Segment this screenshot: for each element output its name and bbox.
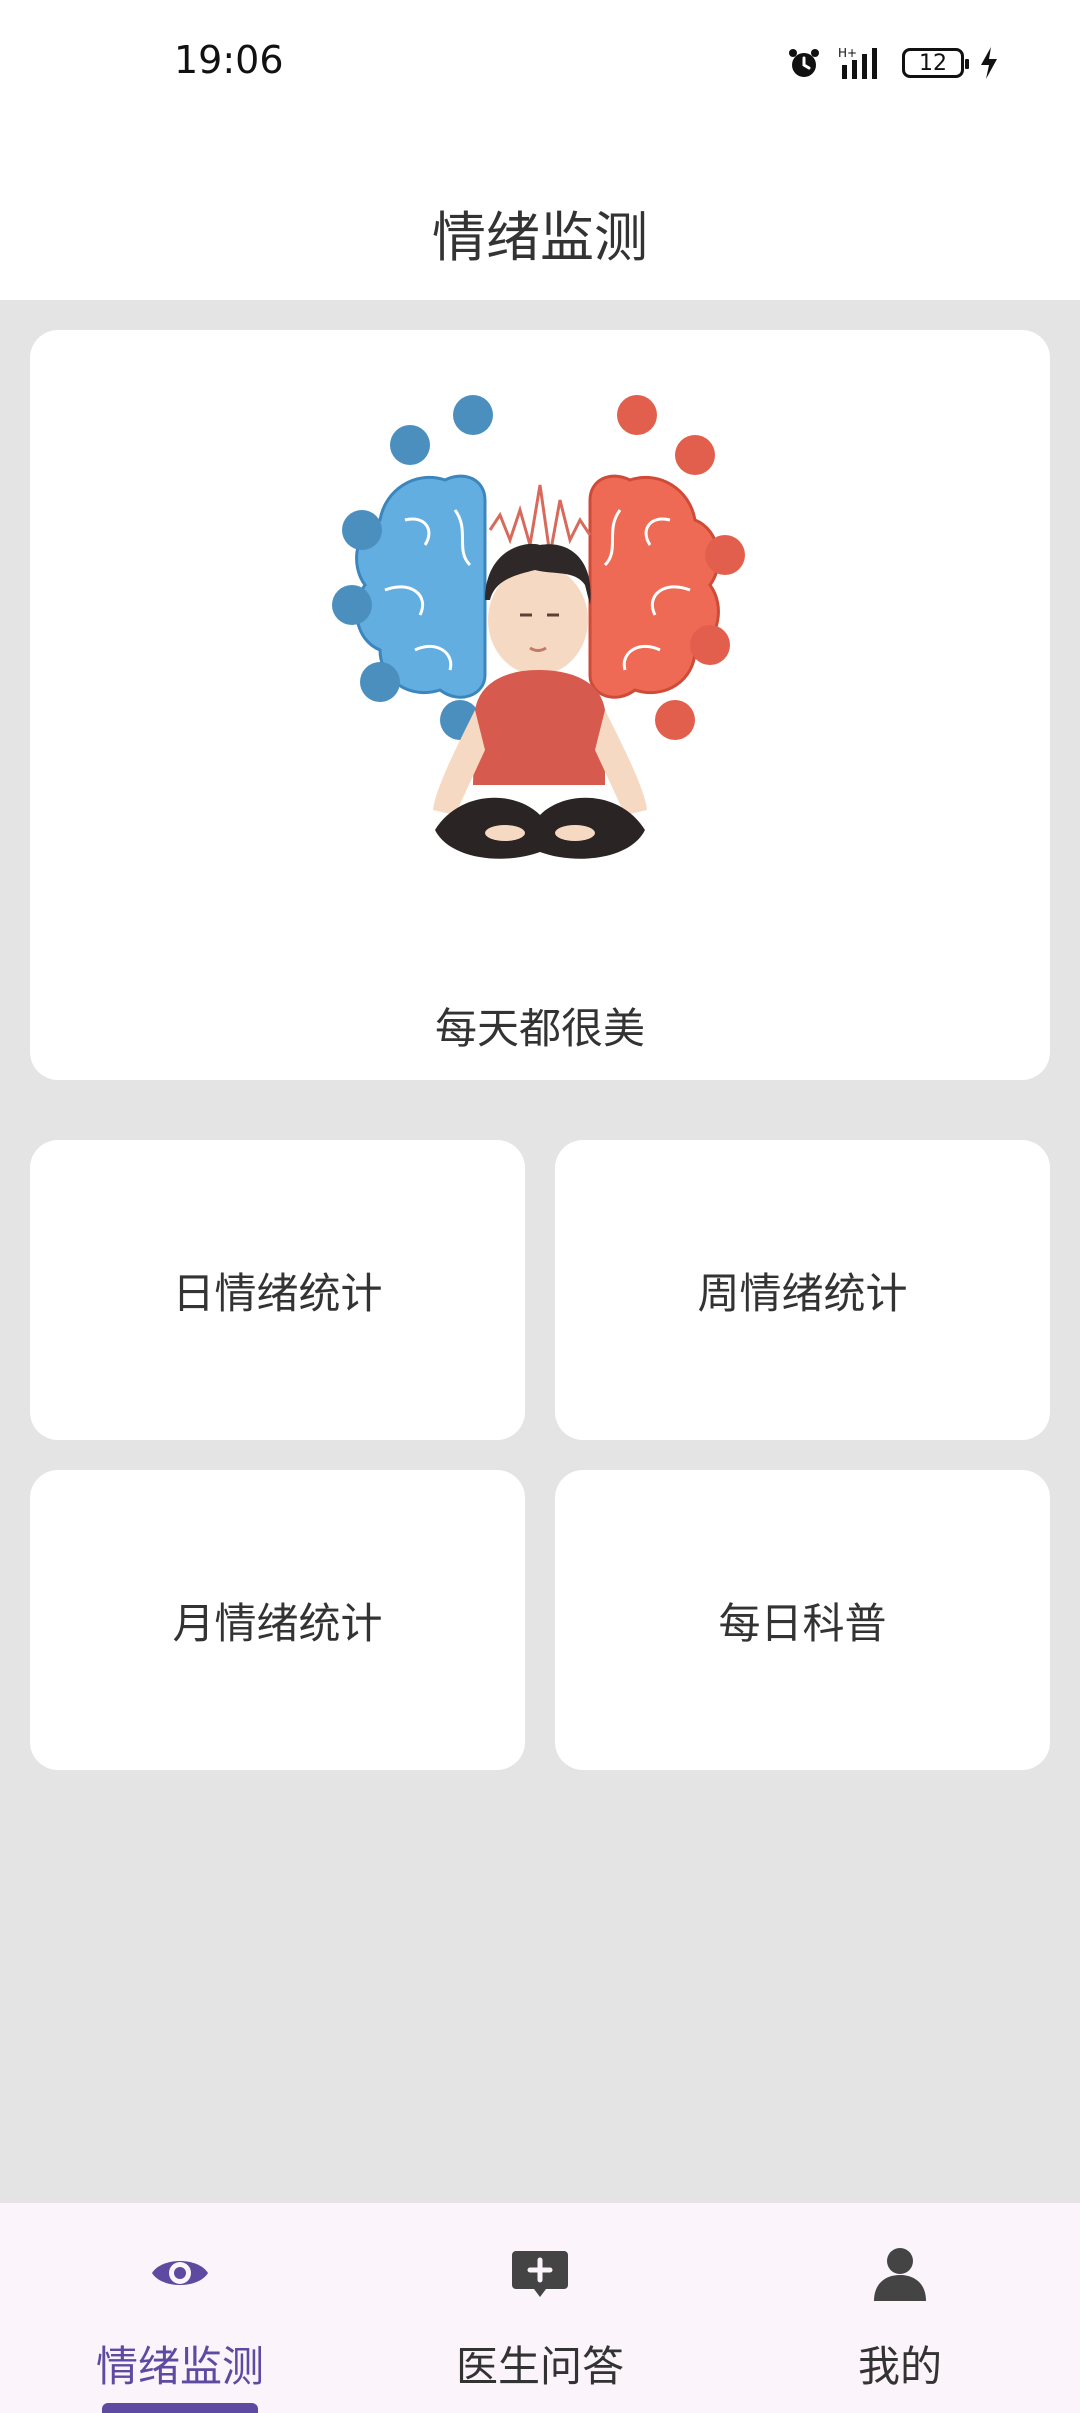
nav-item-profile[interactable]: 我的 xyxy=(720,2203,1080,2413)
tile-label: 日情绪统计 xyxy=(172,1268,383,1318)
nav-item-emotion-monitor[interactable]: 情绪监测 xyxy=(0,2203,360,2413)
meditation-illustration xyxy=(332,395,745,859)
tile-daily-science[interactable]: 每日科普 xyxy=(555,1470,1050,1770)
bottom-nav: 情绪监测 医生问答 我的 xyxy=(0,2202,1080,2413)
nav-label: 情绪监测 xyxy=(95,2342,264,2391)
battery-level: 12 xyxy=(919,50,947,76)
banner-caption: 每天都很美 xyxy=(434,1004,645,1053)
tile-label: 周情绪统计 xyxy=(697,1268,908,1318)
tile-monthly-stats[interactable]: 月情绪统计 xyxy=(30,1470,525,1770)
nav-label: 医生问答 xyxy=(455,2342,624,2391)
nav-label: 我的 xyxy=(857,2342,942,2391)
status-icons: H+ 12 xyxy=(786,38,1000,88)
tile-weekly-stats[interactable]: 周情绪统计 xyxy=(555,1140,1050,1440)
alarm-icon xyxy=(789,49,819,77)
nav-item-doctor-qa[interactable]: 医生问答 xyxy=(360,2203,720,2413)
person-icon xyxy=(874,2248,926,2301)
svg-text:H+: H+ xyxy=(838,46,857,60)
signal-icon: H+ xyxy=(838,46,877,79)
status-time: 19:06 xyxy=(174,38,284,82)
status-bar: 19:06 H+ 12 xyxy=(0,0,1080,125)
eye-icon xyxy=(152,2261,208,2285)
chat-plus-icon xyxy=(512,2251,568,2297)
page-title: 情绪监测 xyxy=(432,206,648,269)
charging-icon xyxy=(981,47,997,79)
tile-label: 月情绪统计 xyxy=(172,1598,383,1648)
battery-icon: 12 xyxy=(902,48,969,78)
tile-daily-stats[interactable]: 日情绪统计 xyxy=(30,1140,525,1440)
app-header: 情绪监测 xyxy=(0,125,1080,300)
tile-label: 每日科普 xyxy=(718,1598,887,1648)
banner-card: 每天都很美 xyxy=(30,330,1050,1080)
